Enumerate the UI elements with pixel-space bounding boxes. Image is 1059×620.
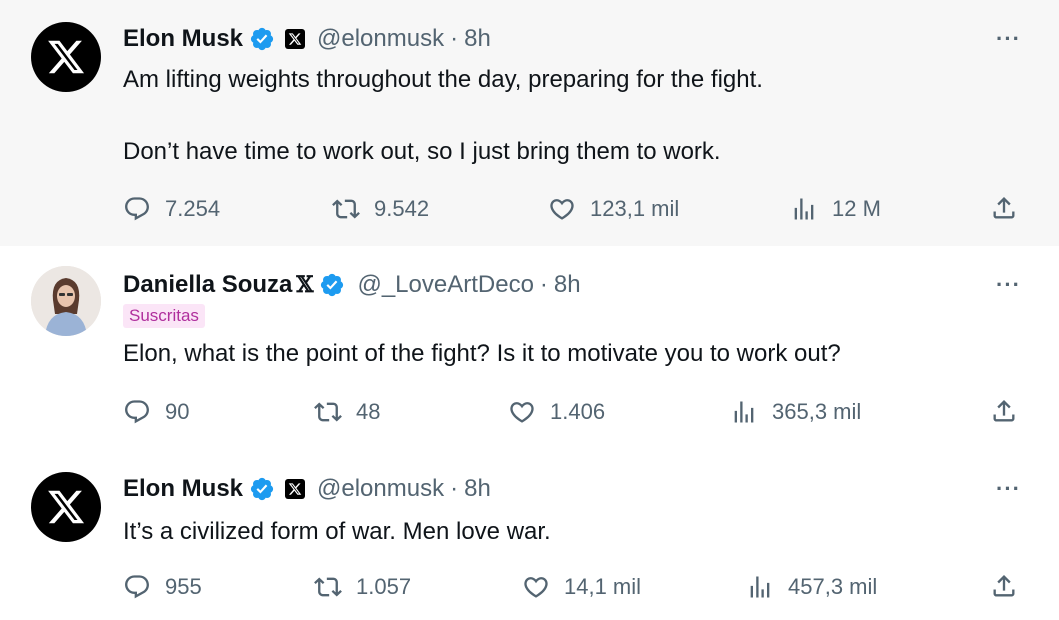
verified-badge-icon[interactable] [319,272,345,298]
x-logo-icon [46,37,86,77]
author-name[interactable]: Elon Musk [123,475,243,503]
tweet-text-line: Don’t have time to work out, so I just b… [123,138,721,165]
like-button[interactable]: 14,1 mil [522,572,641,602]
views-chart-icon [790,195,818,223]
like-count: 1.406 [550,399,606,424]
tweet[interactable]: Elon Musk @elonmusk · 8h ··· Am lifting … [0,0,1059,246]
retweet-count: 48 [356,399,381,424]
tweet-header: Daniella Souza 𝕏 @_LoveArtDeco · 8h [123,270,581,300]
retweet-icon [332,195,360,223]
retweet-button[interactable]: 48 [314,397,380,427]
x-logo-icon [46,487,86,527]
subscriber-badge[interactable]: Suscritas [123,304,205,328]
more-options-icon[interactable]: ··· [996,272,1021,298]
timestamp[interactable]: 8h [464,25,491,53]
share-icon[interactable] [990,572,1018,600]
separator-dot: · [450,475,459,502]
views-button[interactable]: 365,3 mil [730,397,861,427]
share-icon[interactable] [990,397,1018,425]
view-count: 12 M [832,196,881,221]
tweet-text-line: It’s a civilized form of war. Men love w… [123,518,551,545]
author-handle[interactable]: @elonmusk [317,25,444,53]
avatar[interactable] [31,266,101,336]
author-handle[interactable]: @_LoveArtDeco [357,271,533,299]
avatar[interactable] [31,22,101,92]
reply-button[interactable]: 955 [123,572,202,602]
views-button[interactable]: 12 M [790,194,881,224]
retweet-button[interactable]: 9.542 [332,194,429,224]
verified-badge-icon[interactable] [249,476,275,502]
tweet-header: Elon Musk @elonmusk · 8h [123,24,491,54]
heart-icon [548,195,576,223]
tweet-text-line: Elon, what is the point of the fight? Is… [123,340,841,367]
like-count: 123,1 mil [590,196,680,221]
reply-icon [123,398,151,426]
retweet-count: 9.542 [374,196,430,221]
author-handle[interactable]: @elonmusk [317,475,444,503]
tweet[interactable]: Daniella Souza 𝕏 @_LoveArtDeco · 8h ··· … [0,246,1059,460]
reply-count: 90 [165,399,190,424]
more-options-icon[interactable]: ··· [996,26,1021,52]
profile-photo [31,266,101,336]
author-name[interactable]: Elon Musk [123,25,243,53]
more-options-icon[interactable]: ··· [996,476,1021,502]
view-count: 365,3 mil [772,399,862,424]
avatar[interactable] [31,472,101,542]
separator-dot: · [450,25,459,52]
retweet-count: 1.057 [356,574,412,599]
timestamp[interactable]: 8h [554,271,581,299]
reply-icon [123,195,151,223]
tweet-text-line: Am lifting weights throughout the day, p… [123,66,763,93]
reply-icon [123,573,151,601]
tweet-header: Elon Musk @elonmusk · 8h [123,474,491,504]
verified-badge-icon[interactable] [249,26,275,52]
like-button[interactable]: 123,1 mil [548,194,679,224]
heart-icon [508,398,536,426]
separator-dot: · [539,271,548,298]
author-name[interactable]: Daniella Souza [123,271,292,299]
share-icon[interactable] [990,194,1018,222]
retweet-icon [314,573,342,601]
views-button[interactable]: 457,3 mil [746,572,877,602]
tweet[interactable]: Elon Musk @elonmusk · 8h ··· It’s a civi… [0,460,1059,620]
like-button[interactable]: 1.406 [508,397,605,427]
affiliation-x-icon[interactable] [285,29,306,49]
reply-button[interactable]: 7.254 [123,194,220,224]
name-x-symbol: 𝕏 [296,272,314,298]
retweet-button[interactable]: 1.057 [314,572,411,602]
heart-icon [522,573,550,601]
timestamp[interactable]: 8h [464,475,491,503]
reply-count: 7.254 [165,196,221,221]
views-chart-icon [746,573,774,601]
affiliation-x-icon[interactable] [285,479,306,499]
reply-count: 955 [165,574,202,599]
like-count: 14,1 mil [564,574,642,599]
views-chart-icon [730,398,758,426]
retweet-icon [314,398,342,426]
view-count: 457,3 mil [788,574,878,599]
reply-button[interactable]: 90 [123,397,189,427]
